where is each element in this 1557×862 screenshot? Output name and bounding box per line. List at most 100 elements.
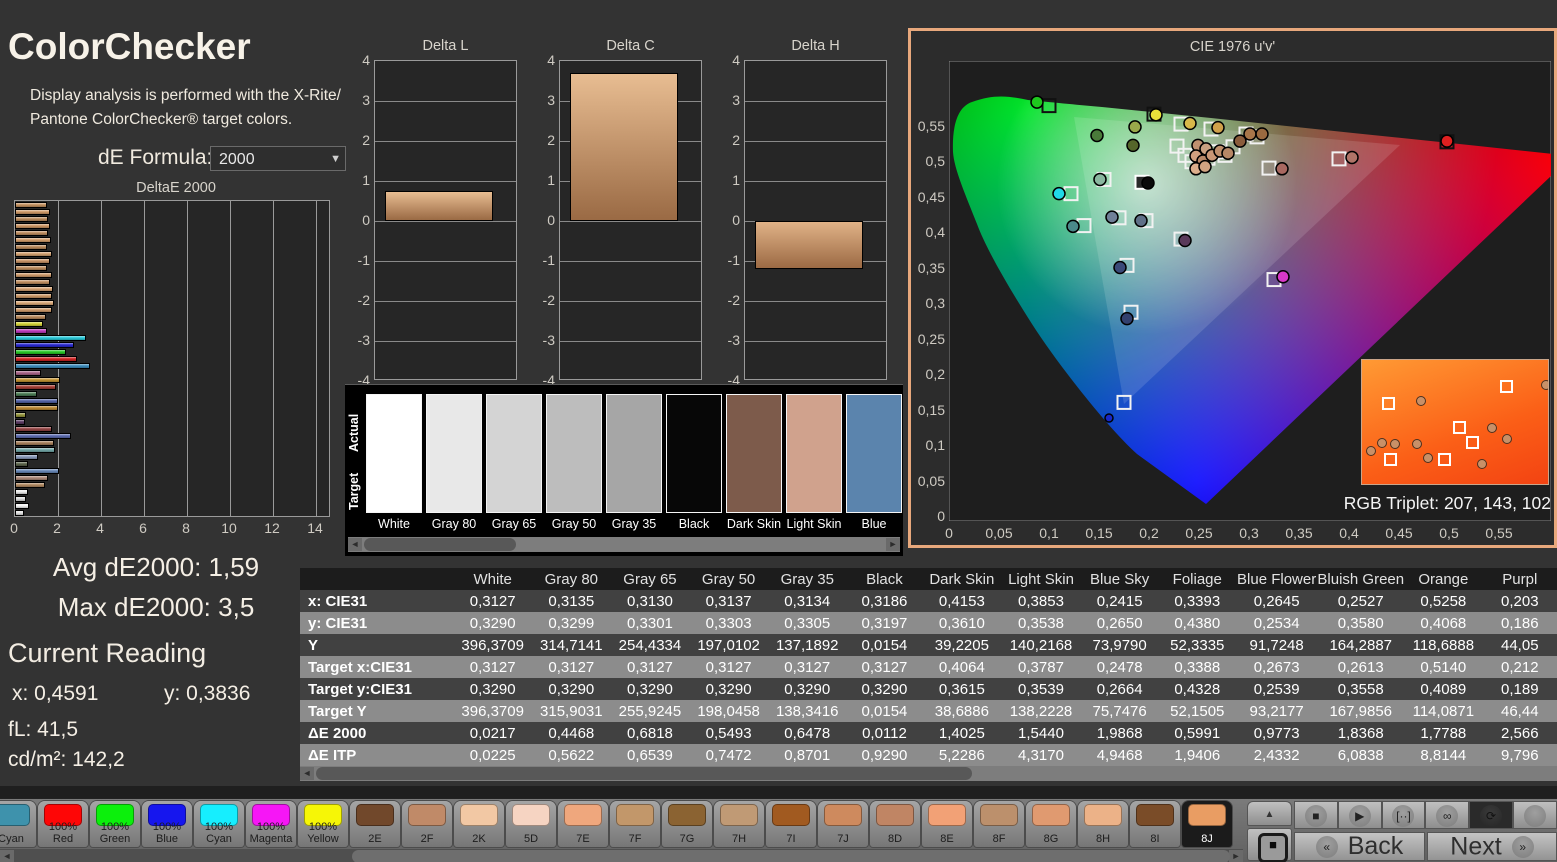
patch-label: 100% Red	[48, 821, 78, 845]
stop-button[interactable]: ■	[1294, 801, 1338, 829]
patch-100-magenta[interactable]: 100% Magenta	[246, 801, 296, 847]
cie-y-tick-label: 0,5	[925, 153, 945, 169]
patch-100-blue[interactable]: 100% Blue	[142, 801, 192, 847]
table-row: Target Y 396,3709 315,9031 255,9245 198,0458…	[300, 700, 1557, 722]
x-tick-label: 2	[53, 520, 61, 536]
x-tick-label: 10	[221, 520, 237, 536]
gridline	[745, 101, 886, 102]
gridline	[560, 221, 701, 222]
patch-7j[interactable]: 7J	[818, 801, 868, 847]
table-cell: 1,9868	[1096, 724, 1143, 742]
table-cell: 39,2205	[934, 636, 989, 654]
patch-8e[interactable]: 8E	[922, 801, 972, 847]
de-bar	[15, 503, 29, 509]
patch-100-red[interactable]: 100% Red	[38, 801, 88, 847]
scroll-up-button[interactable]: ▲	[1247, 801, 1292, 826]
patch-color-chip	[720, 804, 758, 826]
de-bar	[15, 356, 78, 362]
back-button[interactable]: « Back	[1294, 832, 1425, 861]
table-cell: 52,3335	[1170, 636, 1225, 654]
table-cell: 0,2664	[1096, 680, 1143, 698]
patch-color-chip	[408, 804, 446, 826]
patch-8g[interactable]: 8G	[1026, 801, 1076, 847]
y-tick-label: 2	[732, 132, 740, 148]
scroll-thumb[interactable]	[364, 538, 516, 551]
patch-7i[interactable]: 7I	[766, 801, 816, 847]
patch-8i[interactable]: 8I	[1130, 801, 1180, 847]
patch-100-yellow[interactable]: 100% Yellow	[298, 801, 348, 847]
patch-8j[interactable]: 8J	[1182, 801, 1232, 847]
patch-label: 100% Green	[99, 821, 131, 845]
table-header-row: White Gray 80 Gray 65 Gray 50 Gray 35 Black Da…	[300, 568, 1557, 590]
cie-x-tick-label: 0,35	[1285, 525, 1313, 541]
bracket-button[interactable]: [··]	[1381, 801, 1426, 829]
play-button[interactable]: ▶	[1337, 801, 1382, 829]
cie-x-tick-label: 0,4	[1339, 525, 1359, 541]
de-bar	[15, 251, 52, 257]
next-button[interactable]: Next »	[1427, 832, 1557, 861]
back-icon: «	[1315, 835, 1338, 858]
table-cell: 0,5991	[1174, 724, 1221, 742]
swatch-dark-skin	[726, 394, 782, 513]
swatch-label: Gray 65	[491, 517, 537, 531]
row-label: ΔE ITP	[308, 746, 357, 764]
table-cell: 0,3290	[548, 680, 595, 698]
patch-7g[interactable]: 7G	[662, 801, 712, 847]
patch-label: 8I	[1150, 833, 1160, 845]
inset-target-marker	[1438, 453, 1452, 466]
table-cell: 0,2613	[1337, 658, 1384, 676]
patch-cyan[interactable]: Cyan	[0, 801, 36, 847]
table-scrollbar[interactable]: ◄	[300, 766, 1557, 781]
de-bar	[15, 335, 86, 341]
table-cell: 52,1505	[1170, 702, 1225, 720]
y-tick-label: -2	[542, 292, 555, 308]
scroll-right-icon[interactable]: ►	[886, 538, 900, 551]
blank-button[interactable]	[1513, 801, 1557, 829]
column-header: Foliage	[1158, 568, 1236, 590]
inset-measure-marker	[1486, 423, 1497, 434]
cie-measure-marker	[1134, 213, 1148, 228]
patch-100-cyan[interactable]: 100% Cyan	[194, 801, 244, 847]
patch-7h[interactable]: 7H	[714, 801, 764, 847]
stop-large-button[interactable]: ■	[1247, 828, 1292, 862]
gridline	[375, 341, 516, 342]
patch-color-chip	[928, 804, 966, 826]
scroll-thumb[interactable]	[352, 850, 1230, 862]
de-formula-label: dE Formula:	[98, 146, 213, 169]
patch-2e[interactable]: 2E	[350, 801, 400, 847]
deltaE2000-chart: DeltaE 2000 0 2 4 6 8 10 12 14	[6, 180, 346, 542]
patch-8d[interactable]: 8D	[870, 801, 920, 847]
table-cell: 0,3558	[1337, 680, 1384, 698]
de-bar	[15, 412, 26, 418]
swatch-scrollbar[interactable]: ◄ ►	[348, 537, 900, 552]
table-cell: 0,3305	[784, 614, 831, 632]
scroll-right-icon[interactable]: ►	[1229, 850, 1243, 862]
scroll-left-icon[interactable]: ◄	[300, 767, 314, 780]
de-formula-select[interactable]: 2000 ▼	[210, 146, 346, 171]
loop-button[interactable]: ∞	[1425, 801, 1470, 829]
scroll-thumb[interactable]	[316, 767, 972, 780]
table-cell: 1,7788	[1420, 724, 1467, 742]
patch-2k[interactable]: 2K	[454, 801, 504, 847]
inset-measure-marker	[1415, 395, 1426, 406]
refresh-button[interactable]: ⟳	[1469, 801, 1513, 829]
patch-2f[interactable]: 2F	[402, 801, 452, 847]
patch-8h[interactable]: 8H	[1078, 801, 1128, 847]
table-cell: 0,4064	[938, 658, 985, 676]
patch-5d[interactable]: 5D	[506, 801, 556, 847]
de-bar	[15, 286, 53, 292]
patch-7f[interactable]: 7F	[610, 801, 660, 847]
inset-target-marker	[1453, 420, 1467, 434]
scroll-left-icon[interactable]: ◄	[348, 538, 362, 551]
de-bar	[15, 370, 41, 376]
patch-8f[interactable]: 8F	[974, 801, 1024, 847]
patch-label: 8F	[992, 833, 1006, 845]
patch-scrollbar[interactable]: ◄ ►	[0, 849, 1243, 862]
swatch-label: Gray 50	[551, 517, 597, 531]
patch-100-green[interactable]: 100% Green	[90, 801, 140, 847]
scroll-left-icon[interactable]: ◄	[0, 850, 14, 862]
table-cell: 0,9773	[1253, 724, 1300, 742]
deltaE2000-chart-title: DeltaE 2000	[136, 180, 216, 196]
y-tick-label: -1	[542, 252, 555, 268]
patch-7e[interactable]: 7E	[558, 801, 608, 847]
